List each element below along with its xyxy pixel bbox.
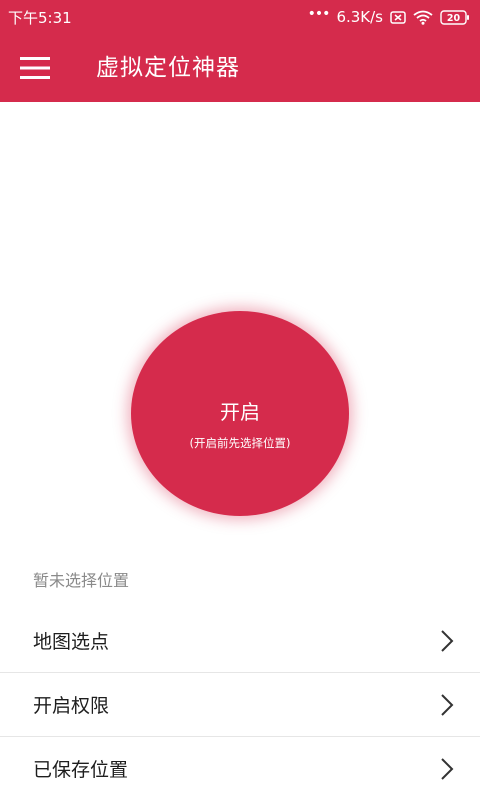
wifi-icon bbox=[413, 10, 433, 25]
sim-blocked-icon bbox=[390, 10, 406, 24]
app-bar: 虚拟定位神器 bbox=[0, 34, 480, 102]
menu-item-map-select[interactable]: 地图选点 bbox=[0, 609, 480, 673]
hamburger-menu-icon bbox=[20, 57, 50, 79]
menu-item-permissions[interactable]: 开启权限 bbox=[0, 673, 480, 737]
start-button-hint: (开启前先选择位置) bbox=[189, 436, 291, 450]
location-status: 暂未选择位置 bbox=[33, 571, 130, 590]
start-button[interactable]: 开启 (开启前先选择位置) bbox=[131, 311, 349, 516]
battery-level: 20 bbox=[447, 13, 461, 24]
signal-dots-icon: ••• bbox=[307, 6, 331, 22]
status-time: 下午5:31 bbox=[8, 8, 72, 27]
battery-icon: 20 bbox=[440, 9, 469, 25]
menu-item-label: 开启权限 bbox=[33, 695, 110, 717]
menu-button[interactable] bbox=[16, 49, 54, 87]
network-speed: 6.3K/s bbox=[336, 8, 383, 26]
app-title: 虚拟定位神器 bbox=[96, 55, 240, 81]
menu-item-saved-locations[interactable]: 已保存位置 bbox=[0, 737, 480, 801]
menu-item-label: 地图选点 bbox=[33, 631, 110, 653]
menu-item-label: 已保存位置 bbox=[33, 759, 129, 781]
start-button-label: 开启 bbox=[220, 400, 260, 424]
status-indicators: ••• 6.3K/s 20 bbox=[307, 6, 470, 26]
menu-list: 地图选点 开启权限 已保存位置 bbox=[0, 609, 480, 801]
chevron-right-icon bbox=[441, 694, 454, 716]
chevron-right-icon bbox=[441, 630, 454, 652]
status-bar: 下午5:31 ••• 6.3K/s 20 bbox=[0, 0, 480, 34]
chevron-right-icon bbox=[441, 758, 454, 780]
